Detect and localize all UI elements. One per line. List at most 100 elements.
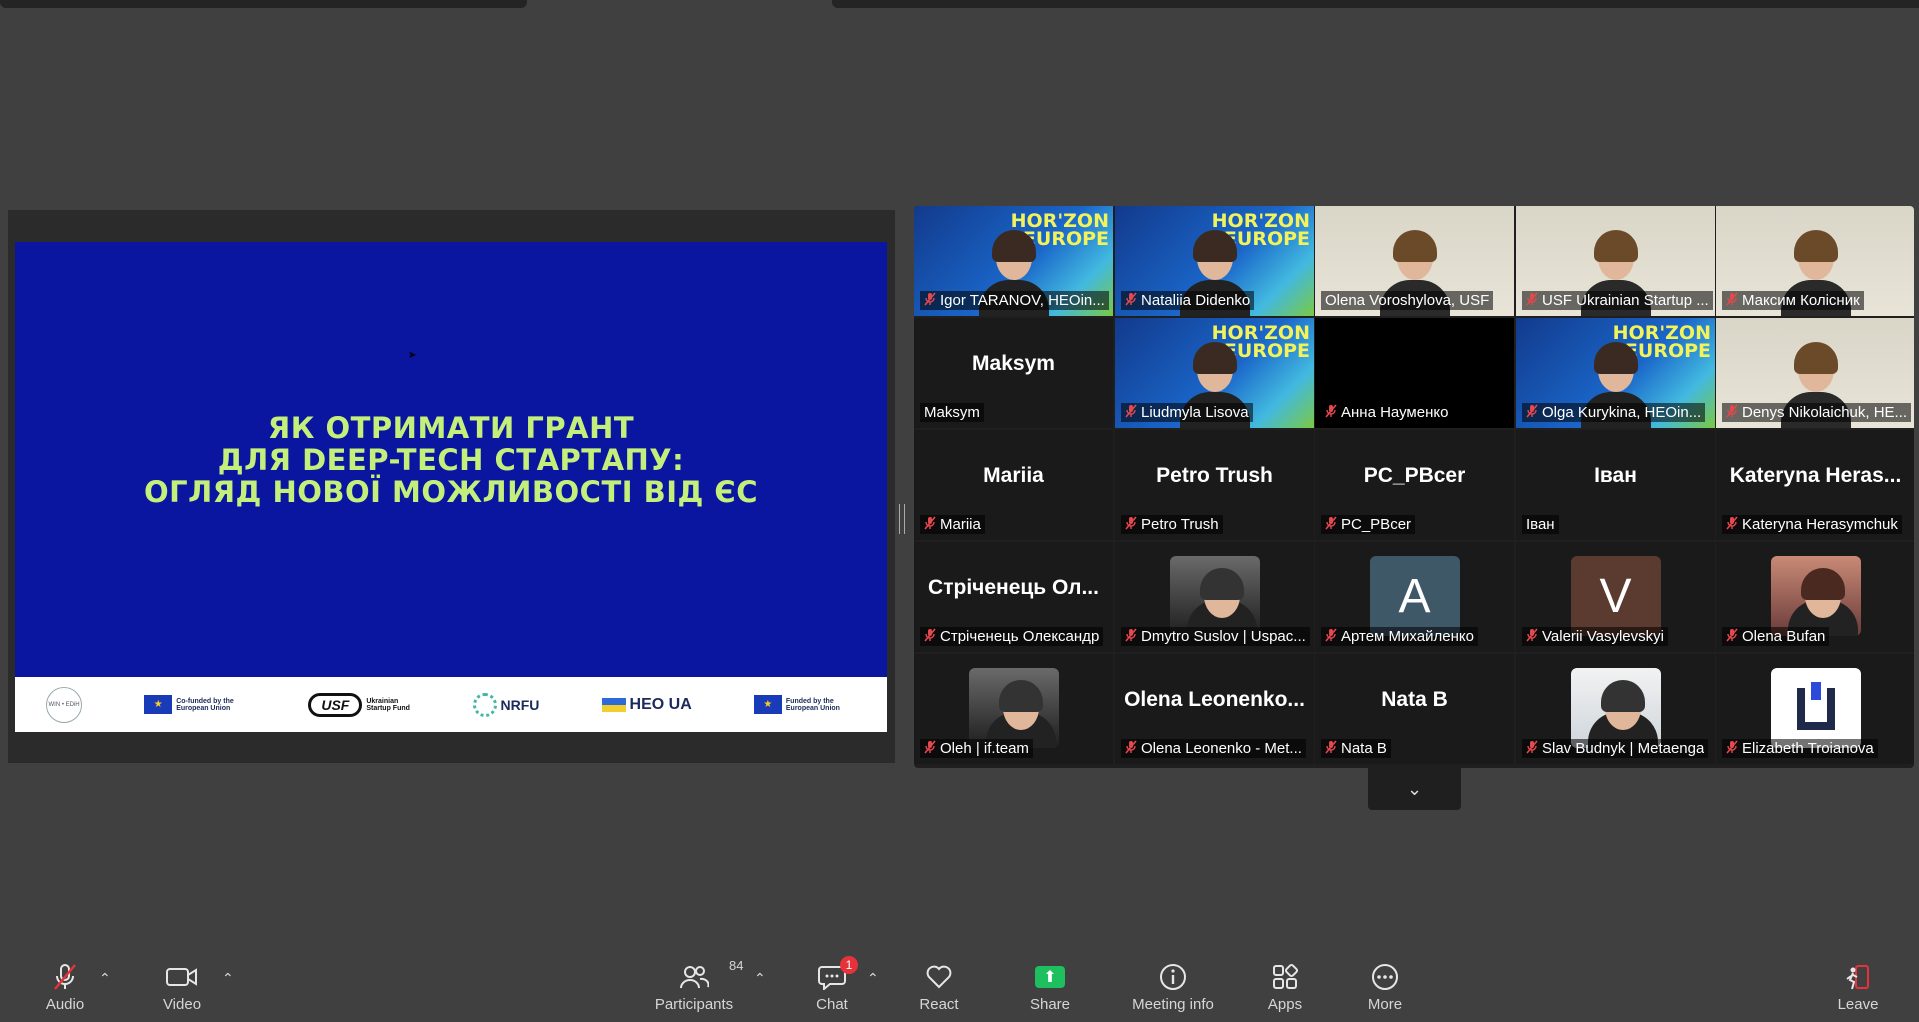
participant-tile[interactable]: Denys Nikolaichuk, HE... bbox=[1716, 318, 1914, 428]
participant-display-name: Olena Leonenko... bbox=[1124, 688, 1305, 711]
participant-name-tag: Nataliia Didenko bbox=[1121, 291, 1255, 310]
mic-muted-icon bbox=[1526, 292, 1538, 309]
participant-name-tag: Анна Науменко bbox=[1321, 403, 1453, 422]
mic-muted-icon bbox=[1325, 516, 1337, 533]
eu-flag-icon: ★ bbox=[753, 695, 782, 714]
video-options-caret-icon[interactable]: ⌃ bbox=[222, 970, 234, 987]
video-button[interactable]: Video bbox=[137, 962, 227, 1013]
participant-name: USF Ukrainian Startup ... bbox=[1542, 292, 1709, 309]
participant-name-tag: USF Ukrainian Startup ... bbox=[1522, 291, 1713, 310]
participant-tile[interactable]: Slav Budnyk | Metaenga bbox=[1516, 654, 1715, 764]
participant-photo-avatar bbox=[1570, 668, 1661, 748]
participant-logo-avatar bbox=[1770, 668, 1861, 748]
participant-tile[interactable]: Olena Bufan bbox=[1716, 542, 1914, 652]
gallery-more-button[interactable]: ⌄ bbox=[1368, 768, 1461, 810]
participant-name: Nataliia Didenko bbox=[1141, 292, 1251, 309]
participant-name-tag: Petro Trush bbox=[1121, 515, 1223, 534]
share-up-arrow-icon: ⬆ bbox=[1035, 962, 1065, 992]
participant-name: Nata B bbox=[1341, 740, 1387, 757]
participant-photo-avatar bbox=[968, 668, 1059, 748]
participant-name: Анна Науменко bbox=[1341, 404, 1449, 421]
chat-button[interactable]: 1 Chat bbox=[787, 956, 877, 1013]
participant-tile[interactable]: Стріченець Ол... Стріченець Олександр bbox=[914, 542, 1113, 652]
participant-name-tag: Стріченець Олександр bbox=[920, 627, 1104, 646]
eu-flag-icon: ★ bbox=[144, 695, 173, 714]
meeting-info-label: Meeting info bbox=[1132, 996, 1214, 1013]
participant-tile[interactable]: USF Ukrainian Startup ... bbox=[1516, 206, 1715, 316]
participant-tile[interactable]: PC_PBcer PC_PBcer bbox=[1315, 430, 1514, 540]
apps-button[interactable]: Apps bbox=[1240, 962, 1330, 1013]
share-label: Share bbox=[1029, 996, 1071, 1013]
participant-name-tag: Olena Bufan bbox=[1722, 627, 1830, 646]
participant-name: Elizabeth Troianova bbox=[1742, 740, 1874, 757]
splitter-handle[interactable] bbox=[899, 504, 905, 534]
info-icon bbox=[1159, 962, 1187, 992]
participant-tile[interactable]: HOR'ZON EUROPE Igor TARANOV, HEOin... bbox=[914, 206, 1113, 316]
participant-tile[interactable]: Elizabeth Troianova bbox=[1716, 654, 1914, 764]
audio-button[interactable]: Audio bbox=[20, 962, 110, 1013]
mic-muted-icon bbox=[1526, 404, 1538, 421]
participant-name-tag: Oleh | if.team bbox=[920, 739, 1033, 758]
chat-options-caret-icon[interactable]: ⌃ bbox=[867, 970, 879, 987]
meeting-info-button[interactable]: Meeting info bbox=[1128, 962, 1218, 1013]
leave-button[interactable]: Leave bbox=[1813, 962, 1903, 1013]
participant-tile[interactable]: Іван Іван bbox=[1516, 430, 1715, 540]
participant-name-tag: Kateryna Herasymchuk bbox=[1722, 515, 1902, 534]
participant-video-figure bbox=[1186, 564, 1257, 636]
participant-name: Denys Nikolaichuk, HE... bbox=[1742, 404, 1908, 421]
participant-name-tag: Elizabeth Troianova bbox=[1722, 739, 1878, 758]
participant-tile[interactable]: Mariia Mariia bbox=[914, 430, 1113, 540]
participant-tile[interactable]: Максим Колісник bbox=[1716, 206, 1914, 316]
participant-display-name: Mariia bbox=[983, 464, 1044, 487]
participant-tile[interactable]: Dmytro Suslov | Uspac... bbox=[1115, 542, 1314, 652]
audio-options-caret-icon[interactable]: ⌃ bbox=[99, 970, 111, 987]
cofunded-eu-logo: ★ Co-funded by the European Union bbox=[144, 695, 246, 714]
more-button[interactable]: More bbox=[1340, 962, 1430, 1013]
apps-icon bbox=[1271, 962, 1299, 992]
participant-tile[interactable]: Nata B Nata B bbox=[1315, 654, 1514, 764]
participant-tile[interactable]: Анна Науменко bbox=[1315, 318, 1514, 428]
participant-name: Oleh | if.team bbox=[940, 740, 1029, 757]
participant-video-figure bbox=[1587, 676, 1658, 748]
share-button[interactable]: ⬆ Share bbox=[1005, 962, 1095, 1013]
mic-muted-icon bbox=[1125, 628, 1137, 645]
participant-name-tag: Olga Kurykina, HEOin... bbox=[1522, 403, 1706, 422]
react-button[interactable]: React bbox=[894, 962, 984, 1013]
participant-tile[interactable]: HOR'ZON EUROPE Olga Kurykina, HEOin... bbox=[1516, 318, 1715, 428]
participant-name: Olga Kurykina, HEOin... bbox=[1542, 404, 1702, 421]
participant-display-name: Kateryna Heras... bbox=[1729, 464, 1902, 487]
participants-label: Participants bbox=[654, 996, 734, 1013]
participant-name-tag: Denys Nikolaichuk, HE... bbox=[1722, 403, 1912, 422]
mic-muted-icon bbox=[1726, 292, 1738, 309]
chat-bubble-icon: 1 bbox=[818, 956, 858, 992]
camera-icon bbox=[166, 962, 198, 992]
shared-slide: ЯК ОТРИМАТИ ГРАНТ ДЛЯ DEEP-TECH СТАРТАПУ… bbox=[15, 242, 887, 732]
participants-button[interactable]: 84 Participants bbox=[649, 958, 744, 1013]
participant-tile[interactable]: HOR'ZON EUROPE Nataliia Didenko bbox=[1115, 206, 1314, 316]
mic-muted-icon bbox=[1325, 404, 1337, 421]
participant-name: Стріченець Олександр bbox=[940, 628, 1100, 645]
participant-tile[interactable]: Olena Voroshylova, USF bbox=[1315, 206, 1514, 316]
top-toolbar-left bbox=[0, 0, 527, 8]
participant-tile[interactable]: Maksym Maksym bbox=[914, 318, 1113, 428]
participant-name-tag: Igor TARANOV, HEOin... bbox=[920, 291, 1109, 310]
funded-eu-logo: ★ Funded by the European Union bbox=[753, 695, 856, 714]
participant-name: Maksym bbox=[924, 404, 980, 421]
participant-tile[interactable]: Petro Trush Petro Trush bbox=[1115, 430, 1314, 540]
nrfu-mark-icon bbox=[473, 692, 498, 717]
participant-tile[interactable]: Olena Leonenko... Olena Leonenko - Met... bbox=[1115, 654, 1314, 764]
chevron-down-icon: ⌄ bbox=[1406, 778, 1423, 799]
react-label: React bbox=[919, 996, 959, 1013]
participant-tile[interactable]: A Артем Михайленко bbox=[1315, 542, 1514, 652]
participant-tile[interactable]: V Valerii Vasylevskyi bbox=[1516, 542, 1715, 652]
mouse-cursor-icon: ➤ bbox=[408, 350, 417, 361]
participant-name-tag: PC_PBcer bbox=[1321, 515, 1416, 534]
participants-options-caret-icon[interactable]: ⌃ bbox=[754, 970, 766, 987]
mic-off-icon bbox=[51, 962, 79, 992]
participant-name: Valerii Vasylevskyi bbox=[1542, 628, 1664, 645]
participant-tile[interactable]: Kateryna Heras... Kateryna Herasymchuk bbox=[1716, 430, 1914, 540]
participant-tile[interactable]: Oleh | if.team bbox=[914, 654, 1113, 764]
participant-name-tag: Olena Voroshylova, USF bbox=[1321, 291, 1494, 310]
participant-tile[interactable]: HOR'ZON EUROPE Liudmyla Lisova bbox=[1115, 318, 1314, 428]
mic-muted-icon bbox=[1125, 404, 1137, 421]
